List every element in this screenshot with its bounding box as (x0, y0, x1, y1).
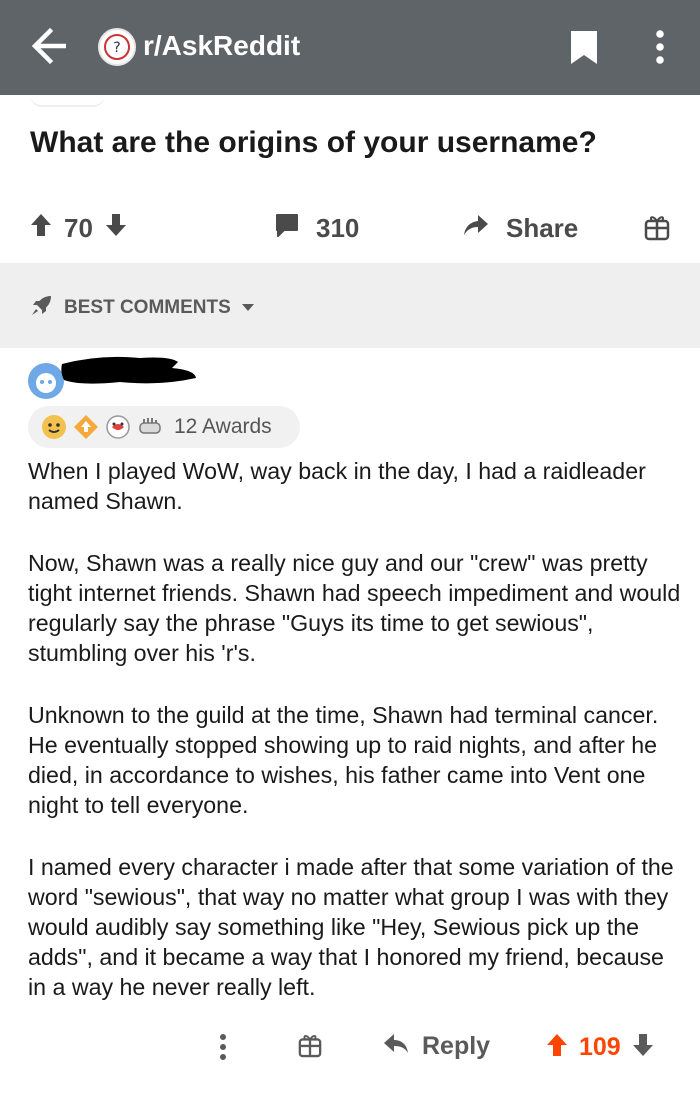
comment-bubble-icon (274, 212, 300, 245)
post-title[interactable]: What are the origins of your username? (30, 125, 670, 161)
gift-icon[interactable] (644, 213, 670, 246)
comment-paragraph: When I played WoW, way back in the day, … (28, 458, 646, 514)
svg-text:?: ? (113, 40, 120, 56)
awards-count: 12 Awards (174, 415, 272, 438)
comment-body: When I played WoW, way back in the day, … (28, 456, 688, 1034)
avatar[interactable] (28, 363, 64, 399)
share-button[interactable]: Share (462, 212, 578, 245)
post-score: 70 (64, 213, 93, 243)
share-arrow-icon (462, 212, 490, 245)
comments-button[interactable]: 310 (274, 212, 359, 245)
post-vote-group: 70 (30, 212, 127, 245)
comment-paragraph: Now, Shawn was a really nice guy and our… (28, 550, 681, 666)
downvote-icon[interactable] (631, 1032, 655, 1063)
comment-paragraph: I named every character i made after tha… (28, 854, 674, 1000)
helpful-award-icon (72, 413, 100, 441)
reply-arrow-icon (382, 1032, 410, 1061)
bookmark-icon[interactable] (569, 29, 599, 66)
comment-more-icon[interactable] (217, 1032, 229, 1062)
back-arrow-icon[interactable] (30, 27, 70, 65)
hugz-award-icon (104, 413, 132, 441)
sort-dropdown[interactable]: BEST COMMENTS (30, 293, 255, 323)
comment-gift-icon[interactable] (298, 1032, 322, 1058)
more-options-icon[interactable] (653, 27, 667, 67)
awards-badge[interactable]: 12 Awards (28, 406, 300, 448)
comment-action-bar: Reply 109 (0, 1022, 700, 1072)
downvote-icon[interactable] (105, 212, 127, 245)
comment-count: 310 (316, 213, 360, 243)
hand-award-icon (136, 413, 164, 441)
share-label: Share (506, 213, 579, 243)
upvote-icon[interactable] (30, 212, 52, 245)
comment-score: 109 (579, 1033, 621, 1061)
comment-paragraph: Unknown to the guild at the time, Shawn … (28, 702, 659, 818)
reply-button[interactable]: Reply (382, 1032, 490, 1061)
sort-label: BEST COMMENTS (64, 297, 231, 318)
header-shadow (30, 95, 105, 107)
chevron-down-icon (241, 297, 255, 319)
top-app-bar: ? r/AskReddit (0, 0, 700, 95)
reply-label: Reply (422, 1032, 491, 1060)
post-action-bar: 70 310 Share (0, 200, 700, 260)
redacted-username (60, 352, 200, 388)
subreddit-icon: ? (98, 28, 136, 66)
subreddit-name[interactable]: r/AskReddit (143, 30, 300, 62)
upvote-icon[interactable] (545, 1032, 569, 1063)
comment-vote-group: 109 (545, 1032, 655, 1063)
rocket-icon (30, 293, 54, 323)
wholesome-award-icon (40, 413, 68, 441)
